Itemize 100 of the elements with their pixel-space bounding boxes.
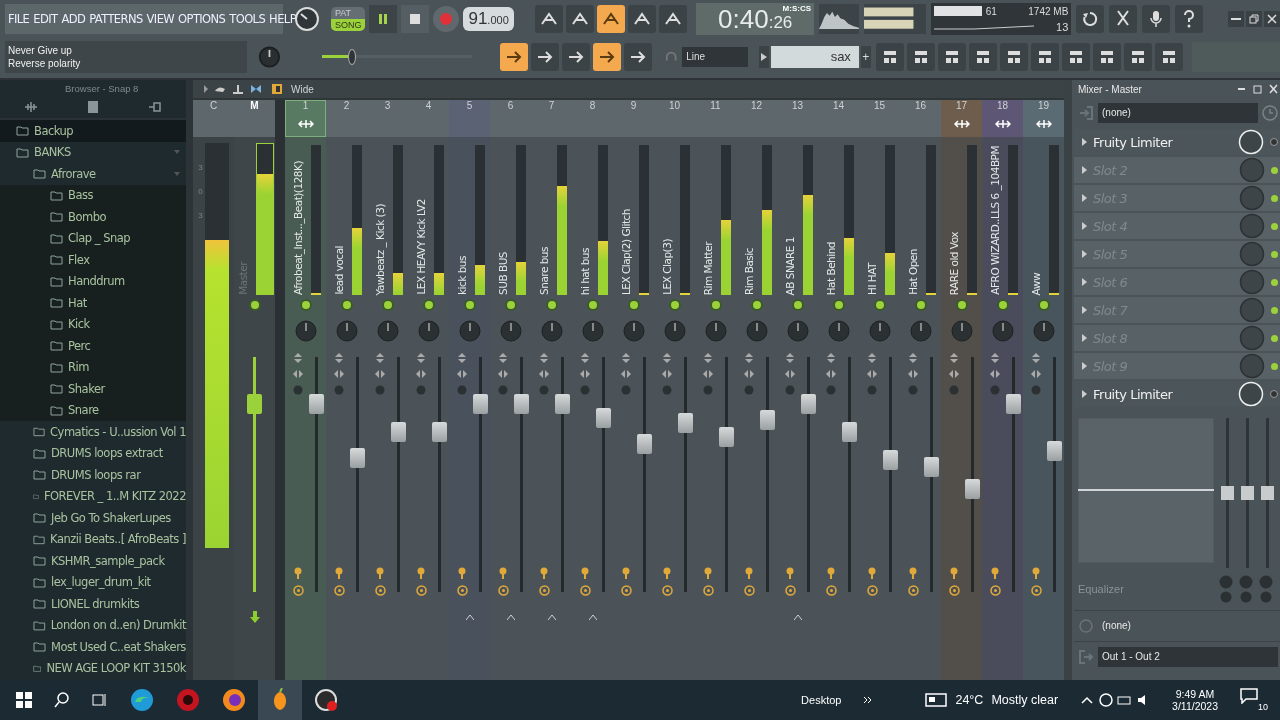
record-arm-icon[interactable]: [784, 585, 796, 596]
slot-led[interactable]: [1271, 250, 1278, 258]
stereo-separation-icon[interactable]: [990, 369, 1001, 379]
fader-handle[interactable]: [596, 408, 612, 429]
fader-handle[interactable]: [555, 394, 571, 414]
browser-folder[interactable]: DRUMS loops rar: [0, 464, 186, 486]
toolbar-button[interactable]: [566, 5, 595, 33]
window-button[interactable]: [999, 43, 1028, 71]
pan-knob-icon[interactable]: [868, 320, 891, 342]
browser-folder[interactable]: Cymatics - U..ussion Vol 1: [0, 421, 186, 443]
fox-browser-icon[interactable]: [222, 688, 246, 712]
enable-led[interactable]: [875, 301, 884, 309]
pattern-field[interactable]: sax: [770, 46, 859, 68]
key-icon[interactable]: [416, 567, 427, 579]
pan-knob-icon[interactable]: [294, 320, 317, 342]
fader-handle[interactable]: [965, 478, 981, 499]
help-button[interactable]: [1175, 5, 1203, 33]
fader-handle[interactable]: [842, 422, 858, 443]
stereo-swap-icon[interactable]: [498, 353, 509, 363]
pan-knob-icon[interactable]: [786, 320, 809, 342]
toolbar-button[interactable]: [535, 5, 564, 33]
close-button[interactable]: [1264, 11, 1280, 27]
stereo-separation-icon[interactable]: [293, 369, 304, 379]
windows-start-icon[interactable]: [16, 692, 32, 708]
channel-strip[interactable]: 14 Hat Behind: [818, 100, 859, 680]
window-button[interactable]: [1154, 43, 1183, 71]
record-arm-icon[interactable]: [743, 585, 755, 596]
menu-item[interactable]: EDIT: [33, 12, 58, 26]
stereo-swap-icon[interactable]: [293, 353, 304, 363]
stereo-swap-icon[interactable]: [867, 353, 878, 363]
channel-strip[interactable]: 2 lead vocal: [326, 100, 367, 680]
channel-strip[interactable]: 10 LEX Clap(3): [654, 100, 695, 680]
browser-folder[interactable]: BANKS: [0, 141, 186, 163]
fader-handle[interactable]: [432, 422, 448, 443]
enable-led[interactable]: [250, 301, 259, 309]
key-icon[interactable]: [539, 567, 550, 579]
record-arm-icon[interactable]: [292, 585, 304, 596]
window-button[interactable]: [937, 43, 966, 71]
toolbar-button[interactable]: [499, 43, 528, 71]
browser-folder[interactable]: London on d..en) Drumkit: [0, 614, 186, 636]
notifications-button[interactable]: 10: [1240, 688, 1268, 712]
channel-strip[interactable]: 18 AFRO WIZARD..LLS 6 _104BPM: [982, 100, 1023, 680]
output-effect-dropdown[interactable]: (none): [1098, 616, 1278, 636]
key-icon[interactable]: [949, 567, 960, 579]
window-button[interactable]: [1092, 43, 1121, 71]
browser-folder[interactable]: Most Used C..eat Shakers: [0, 636, 186, 658]
record-arm-icon[interactable]: [989, 585, 1001, 596]
stop-button[interactable]: [401, 5, 430, 33]
slot-led[interactable]: [1271, 278, 1278, 286]
stereo-swap-icon[interactable]: [1031, 353, 1042, 363]
key-icon[interactable]: [498, 567, 509, 579]
clock-time[interactable]: 9:49 AM: [1175, 688, 1215, 700]
browser-folder[interactable]: Bass: [0, 184, 186, 206]
restore-button[interactable]: [1246, 11, 1262, 27]
browser-folder[interactable]: Kick: [0, 313, 186, 335]
pattern-arrow-button[interactable]: [758, 46, 769, 68]
stereo-swap-icon[interactable]: [703, 353, 714, 363]
recorder-app-icon[interactable]: [314, 688, 338, 712]
menu-item[interactable]: PATTERNS: [89, 12, 143, 26]
menu-item[interactable]: FILE: [8, 12, 30, 26]
chevron-icon[interactable]: [863, 696, 874, 704]
browser-folder[interactable]: FOREVER _ 1..M KITZ 2022: [0, 485, 186, 507]
enable-led[interactable]: [547, 301, 556, 309]
stereo-swap-icon[interactable]: [990, 353, 1001, 363]
stereo-separation-icon[interactable]: [949, 369, 960, 379]
fader-handle[interactable]: [924, 457, 940, 478]
window-button[interactable]: [906, 43, 935, 71]
slot-led[interactable]: [1271, 334, 1278, 342]
enable-led[interactable]: [588, 301, 597, 309]
stereo-swap-icon[interactable]: [621, 353, 632, 363]
enable-led[interactable]: [834, 301, 843, 309]
record-arm-icon[interactable]: [866, 585, 878, 596]
input-dropdown[interactable]: Line: [682, 47, 748, 67]
slot-led[interactable]: [1271, 222, 1278, 230]
fader-handle[interactable]: [678, 412, 694, 433]
browser-folder[interactable]: Afrorave: [0, 163, 186, 185]
channel-strip[interactable]: 19 Aww: [1023, 100, 1064, 680]
clock-date[interactable]: 3/11/2023: [1172, 700, 1218, 712]
enable-led[interactable]: [465, 301, 474, 309]
pan-knob-icon[interactable]: [663, 320, 686, 342]
fader-handle[interactable]: [1047, 441, 1063, 461]
slot-led[interactable]: [1271, 166, 1278, 174]
minimize-button[interactable]: [1228, 11, 1244, 27]
weather-text[interactable]: Mostly clear: [991, 693, 1059, 707]
enable-led[interactable]: [506, 301, 515, 309]
toolbar-button[interactable]: [561, 43, 590, 71]
slot-led[interactable]: [1271, 306, 1278, 314]
news-icon[interactable]: [925, 692, 948, 708]
browser-folder[interactable]: Jeb Go To ShakerLupes: [0, 507, 186, 529]
stereo-separation-icon[interactable]: [908, 369, 919, 379]
enable-led[interactable]: [342, 301, 351, 309]
browser-folder[interactable]: LIONEL drumkits: [0, 593, 186, 615]
stereo-separation-icon[interactable]: [334, 369, 345, 379]
output-dropdown[interactable]: Out 1 - Out 2: [1098, 647, 1278, 667]
fader-handle[interactable]: [473, 394, 489, 414]
record-arm-icon[interactable]: [374, 585, 386, 596]
key-icon[interactable]: [457, 567, 468, 579]
pan-knob-icon[interactable]: [417, 320, 440, 342]
channel-strip[interactable]: 4 LEX HEAVY Kick LV2: [408, 100, 449, 680]
fader-handle[interactable]: [391, 422, 407, 443]
